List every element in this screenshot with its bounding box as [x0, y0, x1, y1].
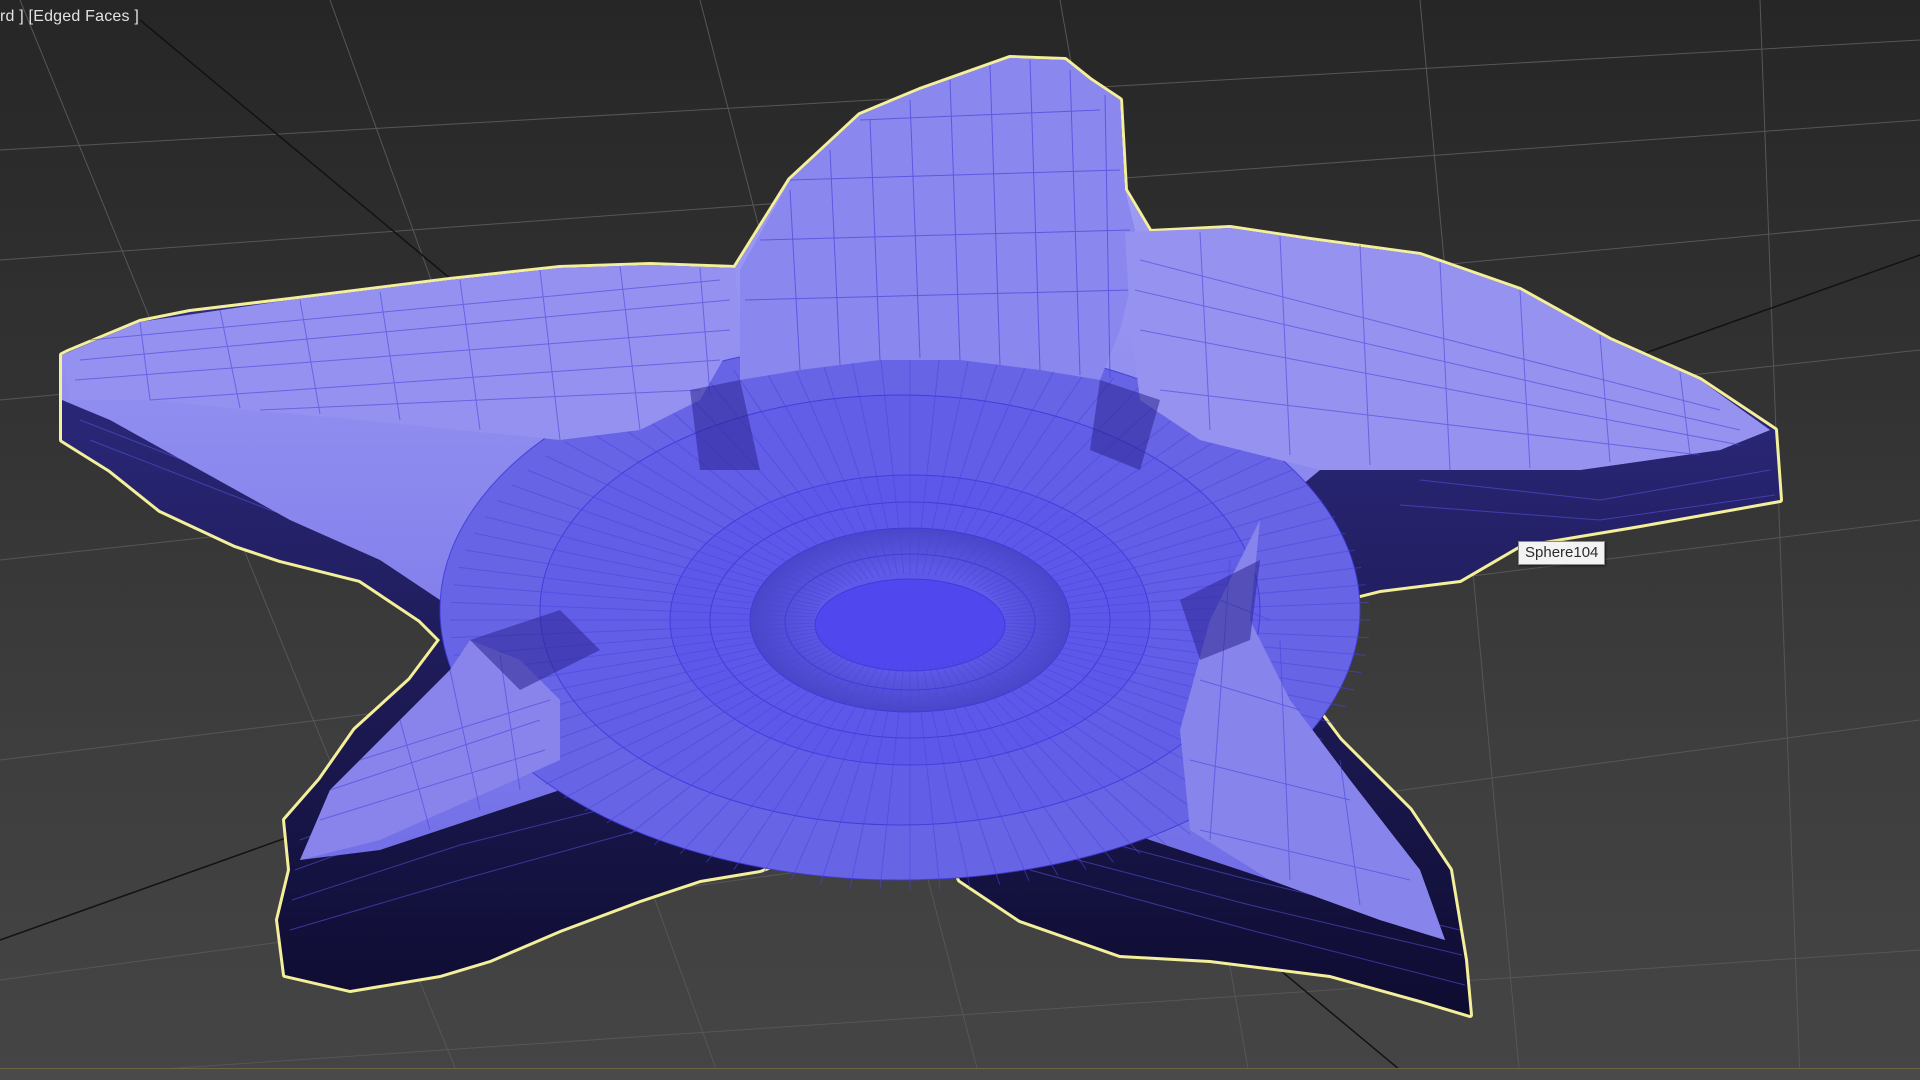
- viewport-label[interactable]: rd ] [Edged Faces ]: [0, 8, 139, 26]
- viewport-scene: [0, 0, 1920, 1080]
- perspective-viewport[interactable]: rd ] [Edged Faces ] Sphere104: [0, 0, 1920, 1080]
- petal-top-upper: [740, 58, 1140, 380]
- object-name-tooltip: Sphere104: [1518, 541, 1606, 565]
- viewport-bottom-edge: [0, 1068, 1920, 1080]
